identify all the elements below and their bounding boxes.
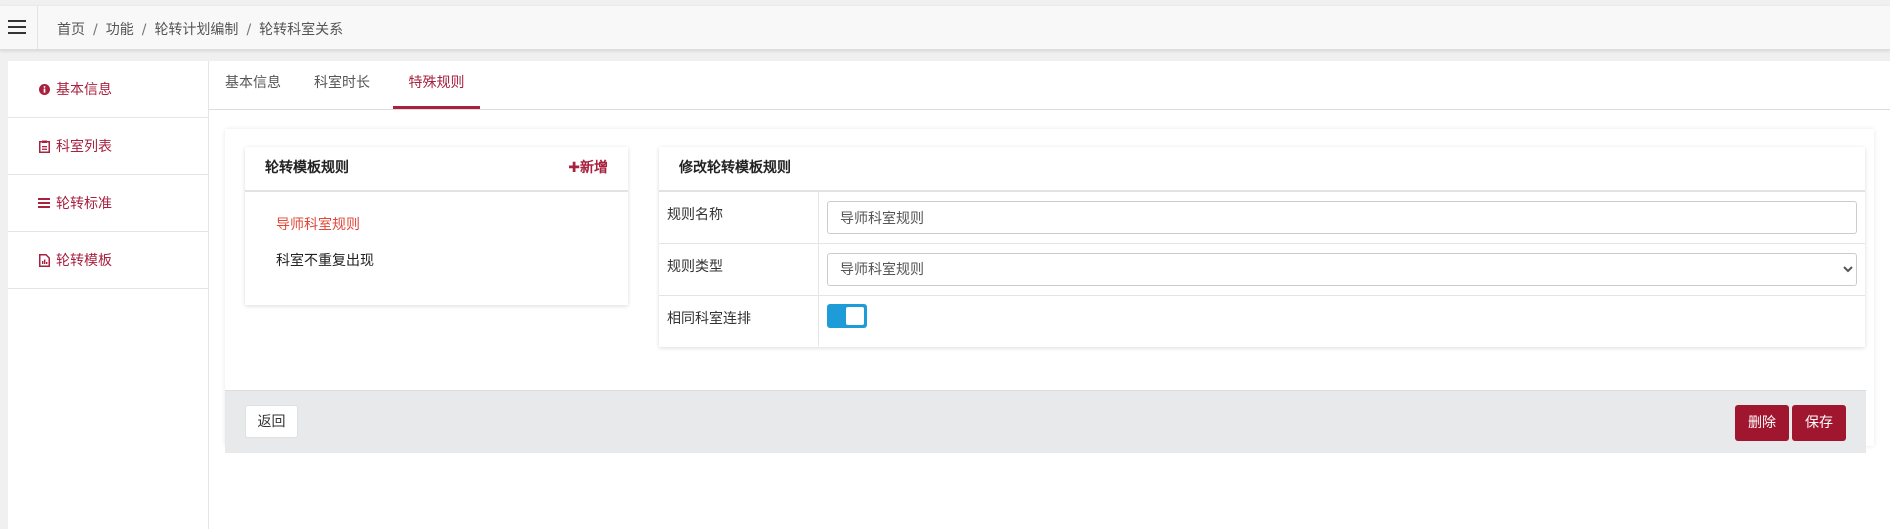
tab-bar: 基本信息 科室时长 特殊规则	[209, 61, 1890, 110]
tab-department-duration[interactable]: 科室时长	[297, 61, 387, 109]
save-button[interactable]: 保存	[1792, 405, 1846, 441]
rules-card: 轮转模板规则 ✚新增 导师科室规则 科室不重复出现	[245, 147, 628, 305]
form-row-rule-name: 规则名称	[659, 192, 1865, 244]
breadcrumb-plan[interactable]: 轮转计划编制	[154, 22, 238, 38]
top-bar: 首页 / 功能 / 轮转计划编制 / 轮转科室关系	[0, 6, 1890, 50]
tab-special-rules[interactable]: 特殊规则	[393, 61, 480, 109]
sidebar-item-basic-info[interactable]: 基本信息	[8, 61, 208, 118]
rule-item-selected[interactable]: 导师科室规则	[276, 214, 360, 234]
sidebar-item-label: 科室列表	[56, 139, 112, 155]
form-footer: 返回 删除 保存	[225, 390, 1866, 453]
sidebar-item-label: 轮转模板	[56, 253, 112, 269]
breadcrumb: 首页 / 功能 / 轮转计划编制 / 轮转科室关系	[57, 19, 343, 39]
rule-type-label: 规则类型	[659, 244, 819, 295]
toggle-knob	[846, 307, 864, 325]
sidebar-item-label: 基本信息	[56, 82, 112, 98]
sidebar-item-label: 轮转标准	[56, 196, 112, 212]
rule-item[interactable]: 科室不重复出现	[276, 250, 374, 270]
rules-card-title: 轮转模板规则	[265, 160, 349, 176]
rule-name-input[interactable]	[827, 201, 1857, 234]
sidebar-item-department-list[interactable]: 科室列表	[8, 118, 208, 175]
sidebar-item-rotation-template[interactable]: 轮转模板	[8, 232, 208, 289]
delete-button[interactable]: 删除	[1735, 405, 1789, 441]
rules-card-header: 轮转模板规则 ✚新增	[245, 147, 628, 192]
breadcrumb-function[interactable]: 功能	[106, 22, 134, 38]
add-rule-button[interactable]: ✚新增	[568, 147, 608, 190]
hamburger-menu-icon[interactable]	[8, 20, 26, 36]
breadcrumb-home[interactable]: 首页	[57, 22, 85, 38]
rule-type-select[interactable]: 导师科室规则	[827, 253, 1857, 286]
rule-name-label: 规则名称	[659, 192, 819, 243]
clipboard-icon	[37, 140, 51, 153]
topbar-divider	[37, 6, 38, 49]
list-icon	[37, 198, 51, 208]
breadcrumb-separator: /	[93, 22, 98, 38]
sidebar: 基本信息 科室列表 轮转标准 轮转模板	[8, 61, 209, 529]
breadcrumb-separator: /	[246, 22, 252, 38]
form-row-consecutive: 相同科室连排	[659, 296, 1865, 346]
breadcrumb-separator: /	[141, 22, 147, 38]
consecutive-toggle[interactable]	[827, 304, 867, 328]
tab-basic-info[interactable]: 基本信息	[209, 61, 297, 109]
info-circle-icon	[37, 83, 51, 95]
consecutive-label: 相同科室连排	[659, 296, 819, 346]
breadcrumb-current: 轮转科室关系	[259, 22, 344, 38]
edit-card-title: 修改轮转模板规则	[679, 160, 791, 176]
file-icon	[37, 253, 51, 267]
back-button[interactable]: 返回	[245, 405, 298, 438]
form-row-rule-type: 规则类型 导师科室规则	[659, 244, 1865, 296]
edit-rule-card: 修改轮转模板规则 规则名称 规则类型 导师科室规则 相同科室连排	[659, 147, 1865, 347]
edit-card-header: 修改轮转模板规则	[659, 147, 1865, 192]
sidebar-item-rotation-standard[interactable]: 轮转标准	[8, 175, 208, 232]
